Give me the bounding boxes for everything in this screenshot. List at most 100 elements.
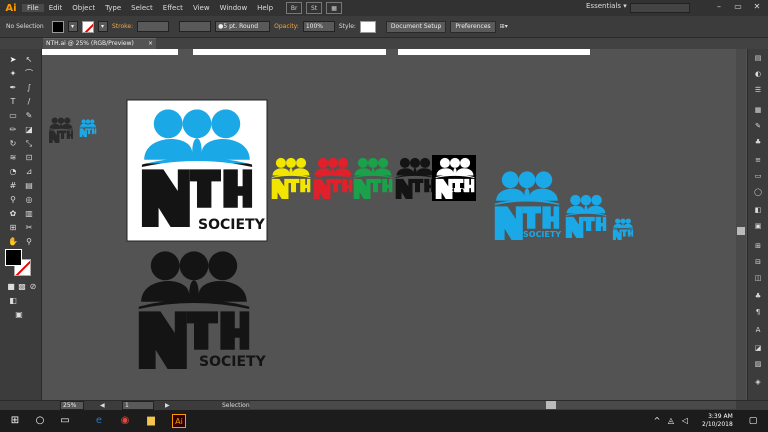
horizontal-scroll-thumb[interactable] <box>546 401 556 409</box>
graphic-styles-icon[interactable]: ▣ <box>752 221 764 231</box>
stroke-label[interactable]: Stroke: <box>112 23 133 30</box>
menu-edit[interactable]: Edit <box>44 4 68 12</box>
none-mode-icon[interactable]: ⊘ <box>26 281 40 292</box>
column-graph-icon[interactable]: ▥ <box>22 208 36 219</box>
appearance-icon[interactable]: ◧ <box>752 205 764 215</box>
mesh-icon[interactable]: # <box>6 180 20 191</box>
menu-view[interactable]: View <box>188 4 215 12</box>
zoom-field[interactable]: 25% <box>60 401 84 410</box>
zoom-icon[interactable]: ⚲ <box>22 236 36 247</box>
taskbar-clock[interactable]: 3:39 AM 2/10/2018 <box>702 413 733 429</box>
stock-button[interactable]: St <box>306 2 323 14</box>
minimize-button[interactable]: – <box>710 2 728 13</box>
align-icon[interactable]: ⊞▾ <box>500 23 508 30</box>
type-tool-icon[interactable]: T <box>6 96 20 107</box>
shape-builder-icon[interactable]: ◔ <box>6 166 20 177</box>
opacity-label[interactable]: Opacity: <box>274 23 299 30</box>
document-setup-button[interactable]: Document Setup <box>385 20 447 33</box>
paragraph-icon[interactable]: ¶ <box>752 307 764 317</box>
brushes-icon[interactable]: ✎ <box>752 121 764 131</box>
libraries-icon[interactable]: ☰ <box>752 85 764 95</box>
symbols-icon[interactable]: ♣ <box>752 137 764 147</box>
workspace-switcher[interactable]: Essentials ▾ <box>586 2 627 10</box>
artboard-prev-icon[interactable]: ◀ <box>100 402 105 409</box>
horizontal-scrollbar[interactable] <box>250 401 736 409</box>
arrange-documents-icon[interactable]: ▦ <box>326 2 343 14</box>
hand-icon[interactable]: ✋ <box>6 236 20 247</box>
direct-selection-tool-icon[interactable]: ↖ <box>22 54 36 65</box>
artboard-number-field[interactable]: 1 <box>122 401 154 410</box>
lasso-icon[interactable]: ⌒ <box>22 68 36 79</box>
menu-effect[interactable]: Effect <box>158 4 188 12</box>
artboard-next-icon[interactable]: ▶ <box>165 402 170 409</box>
curvature-icon[interactable]: ∫ <box>22 82 36 93</box>
illustrator-taskbar-icon[interactable]: Ai <box>172 414 186 428</box>
fill-dropdown[interactable]: ▾ <box>68 21 78 32</box>
color-guide-icon[interactable]: ◐ <box>752 69 764 79</box>
notifications-icon[interactable]: ▢ <box>746 414 760 428</box>
rectangle-tool-icon[interactable]: ▭ <box>6 110 20 121</box>
free-transform-icon[interactable]: ⊡ <box>22 152 36 163</box>
pencil-icon[interactable]: ✏ <box>6 124 20 135</box>
opentype-icon[interactable]: A <box>752 325 764 335</box>
gradient-icon[interactable]: ▤ <box>22 180 36 191</box>
menu-select[interactable]: Select <box>126 4 158 12</box>
perspective-grid-icon[interactable]: ⊿ <box>22 166 36 177</box>
close-tab-icon[interactable]: × <box>148 39 153 49</box>
gradient-panel-icon[interactable]: ▭ <box>752 171 764 181</box>
task-view-icon[interactable]: ▭ <box>58 414 72 428</box>
volume-icon[interactable]: ◁ <box>678 414 692 428</box>
pathfinder-icon[interactable]: ◫ <box>752 273 764 283</box>
layers-icon[interactable]: ◈ <box>752 377 764 387</box>
document-tab[interactable]: NTH.ai @ 25% (RGB/Preview) × <box>43 38 156 49</box>
maximize-button[interactable]: ▭ <box>729 2 747 13</box>
scale-icon[interactable]: ⤡ <box>22 138 36 149</box>
chrome-icon[interactable]: ◉ <box>118 414 132 428</box>
swatches-icon[interactable]: ▦ <box>752 105 764 115</box>
graphic-style-swatch[interactable] <box>359 20 376 33</box>
search-input[interactable] <box>630 3 690 13</box>
line-tool-icon[interactable]: / <box>22 96 36 107</box>
vertical-scroll-thumb[interactable] <box>737 227 745 235</box>
blend-icon[interactable]: ◎ <box>22 194 36 205</box>
draw-mode-icon[interactable]: ◧ <box>6 295 20 306</box>
stroke-panel-icon[interactable]: ≡ <box>752 155 764 165</box>
magic-wand-icon[interactable]: ✦ <box>6 68 20 79</box>
opacity-field[interactable]: 100% <box>302 21 335 32</box>
stroke-swatch[interactable] <box>82 20 94 33</box>
character-icon[interactable]: ♣ <box>752 291 764 301</box>
artboard-tool-icon[interactable]: ⊞ <box>6 222 20 233</box>
menu-object[interactable]: Object <box>67 4 100 12</box>
selection-tool-icon[interactable]: ➤ <box>6 54 20 65</box>
bridge-button[interactable]: Br <box>286 2 303 14</box>
eyedropper-icon[interactable]: ⚲ <box>6 194 20 205</box>
rotate-icon[interactable]: ↻ <box>6 138 20 149</box>
chevron-up-icon[interactable]: ^ <box>650 414 664 428</box>
pen-tool-icon[interactable]: ✒ <box>6 82 20 93</box>
vertical-scrollbar[interactable] <box>736 49 746 400</box>
screen-mode-icon[interactable]: ▣ <box>12 309 26 320</box>
transform-icon[interactable]: ⊞ <box>752 241 764 251</box>
menu-file[interactable]: File <box>22 4 44 12</box>
symbol-sprayer-icon[interactable]: ✿ <box>6 208 20 219</box>
close-button[interactable]: ✕ <box>748 2 766 13</box>
menu-type[interactable]: Type <box>100 4 126 12</box>
file-explorer-icon[interactable]: ▆ <box>144 414 158 428</box>
slice-icon[interactable]: ✂ <box>22 222 36 233</box>
canvas[interactable]: SOCIETY SOCIETY SOCIETY SOCIETY <box>42 49 736 400</box>
menu-window[interactable]: Window <box>215 4 253 12</box>
fill-swatch[interactable] <box>52 20 64 33</box>
stroke-dropdown[interactable]: ▾ <box>98 21 108 32</box>
color-panel-icon[interactable]: ▤ <box>752 53 764 63</box>
fill-color-swatch[interactable] <box>5 249 22 266</box>
network-icon[interactable]: ◬ <box>664 414 678 428</box>
variable-width-dropdown[interactable] <box>179 21 212 32</box>
eraser-icon[interactable]: ◪ <box>22 124 36 135</box>
brush-dropdown[interactable]: ● 5 pt. Round <box>215 21 271 32</box>
width-tool-icon[interactable]: ≋ <box>6 152 20 163</box>
edge-icon[interactable]: e <box>92 414 106 428</box>
preferences-button[interactable]: Preferences <box>450 20 496 33</box>
menu-help[interactable]: Help <box>252 4 278 12</box>
cortana-icon[interactable]: ○ <box>33 414 47 428</box>
align-panel-icon[interactable]: ⊟ <box>752 257 764 267</box>
